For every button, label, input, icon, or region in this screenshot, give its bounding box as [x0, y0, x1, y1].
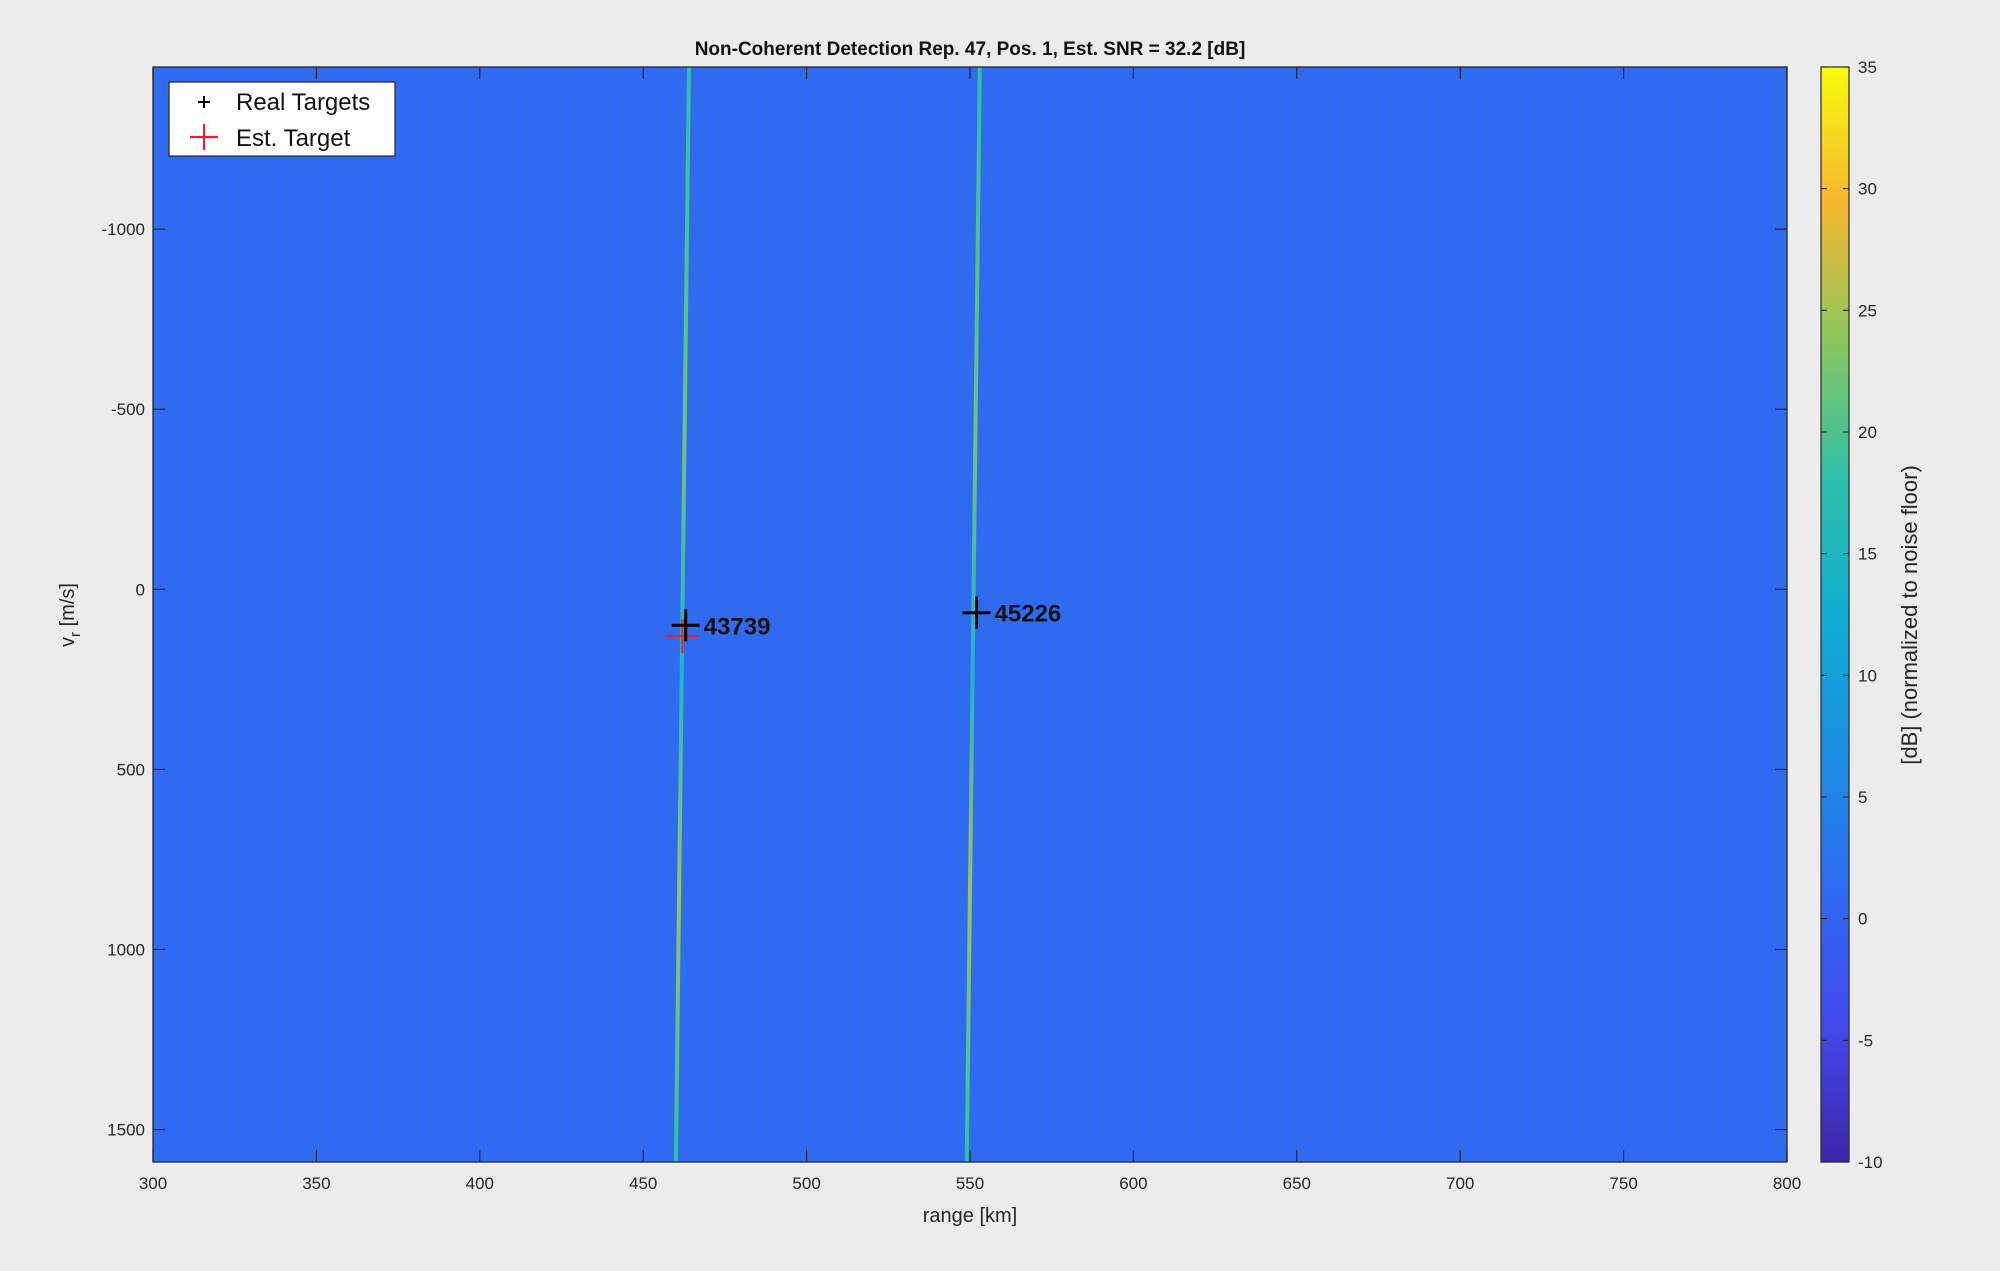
y-tick-label: -500	[111, 400, 145, 419]
colorbar-tick-label: 10	[1858, 666, 1877, 685]
figure: Non-Coherent Detection Rep. 47, Pos. 1, …	[57, 39, 1922, 1227]
chart-title: Non-Coherent Detection Rep. 47, Pos. 1, …	[695, 39, 1246, 60]
colorbar-tick-label: -10	[1858, 1153, 1883, 1172]
colorbar: -10 -5 0 5 10 15 20 25 30 35	[1820, 58, 1883, 1172]
x-tick-label: 300	[139, 1174, 167, 1193]
x-tick-label: 400	[466, 1174, 494, 1193]
x-tick-label: 450	[629, 1174, 657, 1193]
colorbar-tick-label: 20	[1858, 423, 1877, 442]
x-tick-label: 700	[1446, 1174, 1474, 1193]
y-tick-label: -1000	[102, 220, 145, 239]
colorbar-tick-label: -5	[1858, 1031, 1873, 1050]
colorbar-label: [dB] (normalized to noise floor)	[1897, 465, 1922, 765]
colorbar-tick-label: 5	[1858, 788, 1867, 807]
y-tick-label: 0	[136, 580, 145, 599]
real-target-label-0: 43739	[704, 613, 771, 640]
x-tick-label: 600	[1119, 1174, 1147, 1193]
x-tick-label: 500	[792, 1174, 820, 1193]
x-tick-label: 550	[956, 1174, 984, 1193]
x-axis-label: range [km]	[923, 1205, 1017, 1227]
legend-real-label: Real Targets	[236, 89, 370, 116]
legend-est-label: Est. Target	[236, 125, 351, 152]
colorbar-tick-label: 0	[1858, 910, 1867, 929]
legend: Real Targets Est. Target	[168, 81, 396, 157]
y-axis-label-main: v	[57, 637, 79, 647]
y-axis-label-unit: [m/s]	[57, 583, 79, 632]
y-tick-label: 1500	[107, 1121, 145, 1140]
colorbar-tick-label: 15	[1858, 545, 1877, 564]
y-tick-label: 1000	[107, 940, 145, 959]
x-tick-label: 800	[1773, 1174, 1801, 1193]
colorbar-tick-label: 35	[1858, 58, 1877, 77]
x-tick-label: 750	[1609, 1174, 1637, 1193]
plot-area: 43739 45226 300 350 400 450 500 550 600 650 700 75…	[102, 66, 1801, 1193]
y-tick-label: 500	[117, 760, 145, 779]
y-axis-label: vr [m/s]	[57, 583, 84, 647]
x-tick-label: 350	[302, 1174, 330, 1193]
colorbar-tick-label: 25	[1858, 301, 1877, 320]
colorbar-gradient	[1820, 66, 1850, 1163]
x-tick-label: 650	[1283, 1174, 1311, 1193]
colorbar-tick-label: 30	[1858, 180, 1877, 199]
real-target-label-1: 45226	[995, 601, 1062, 628]
